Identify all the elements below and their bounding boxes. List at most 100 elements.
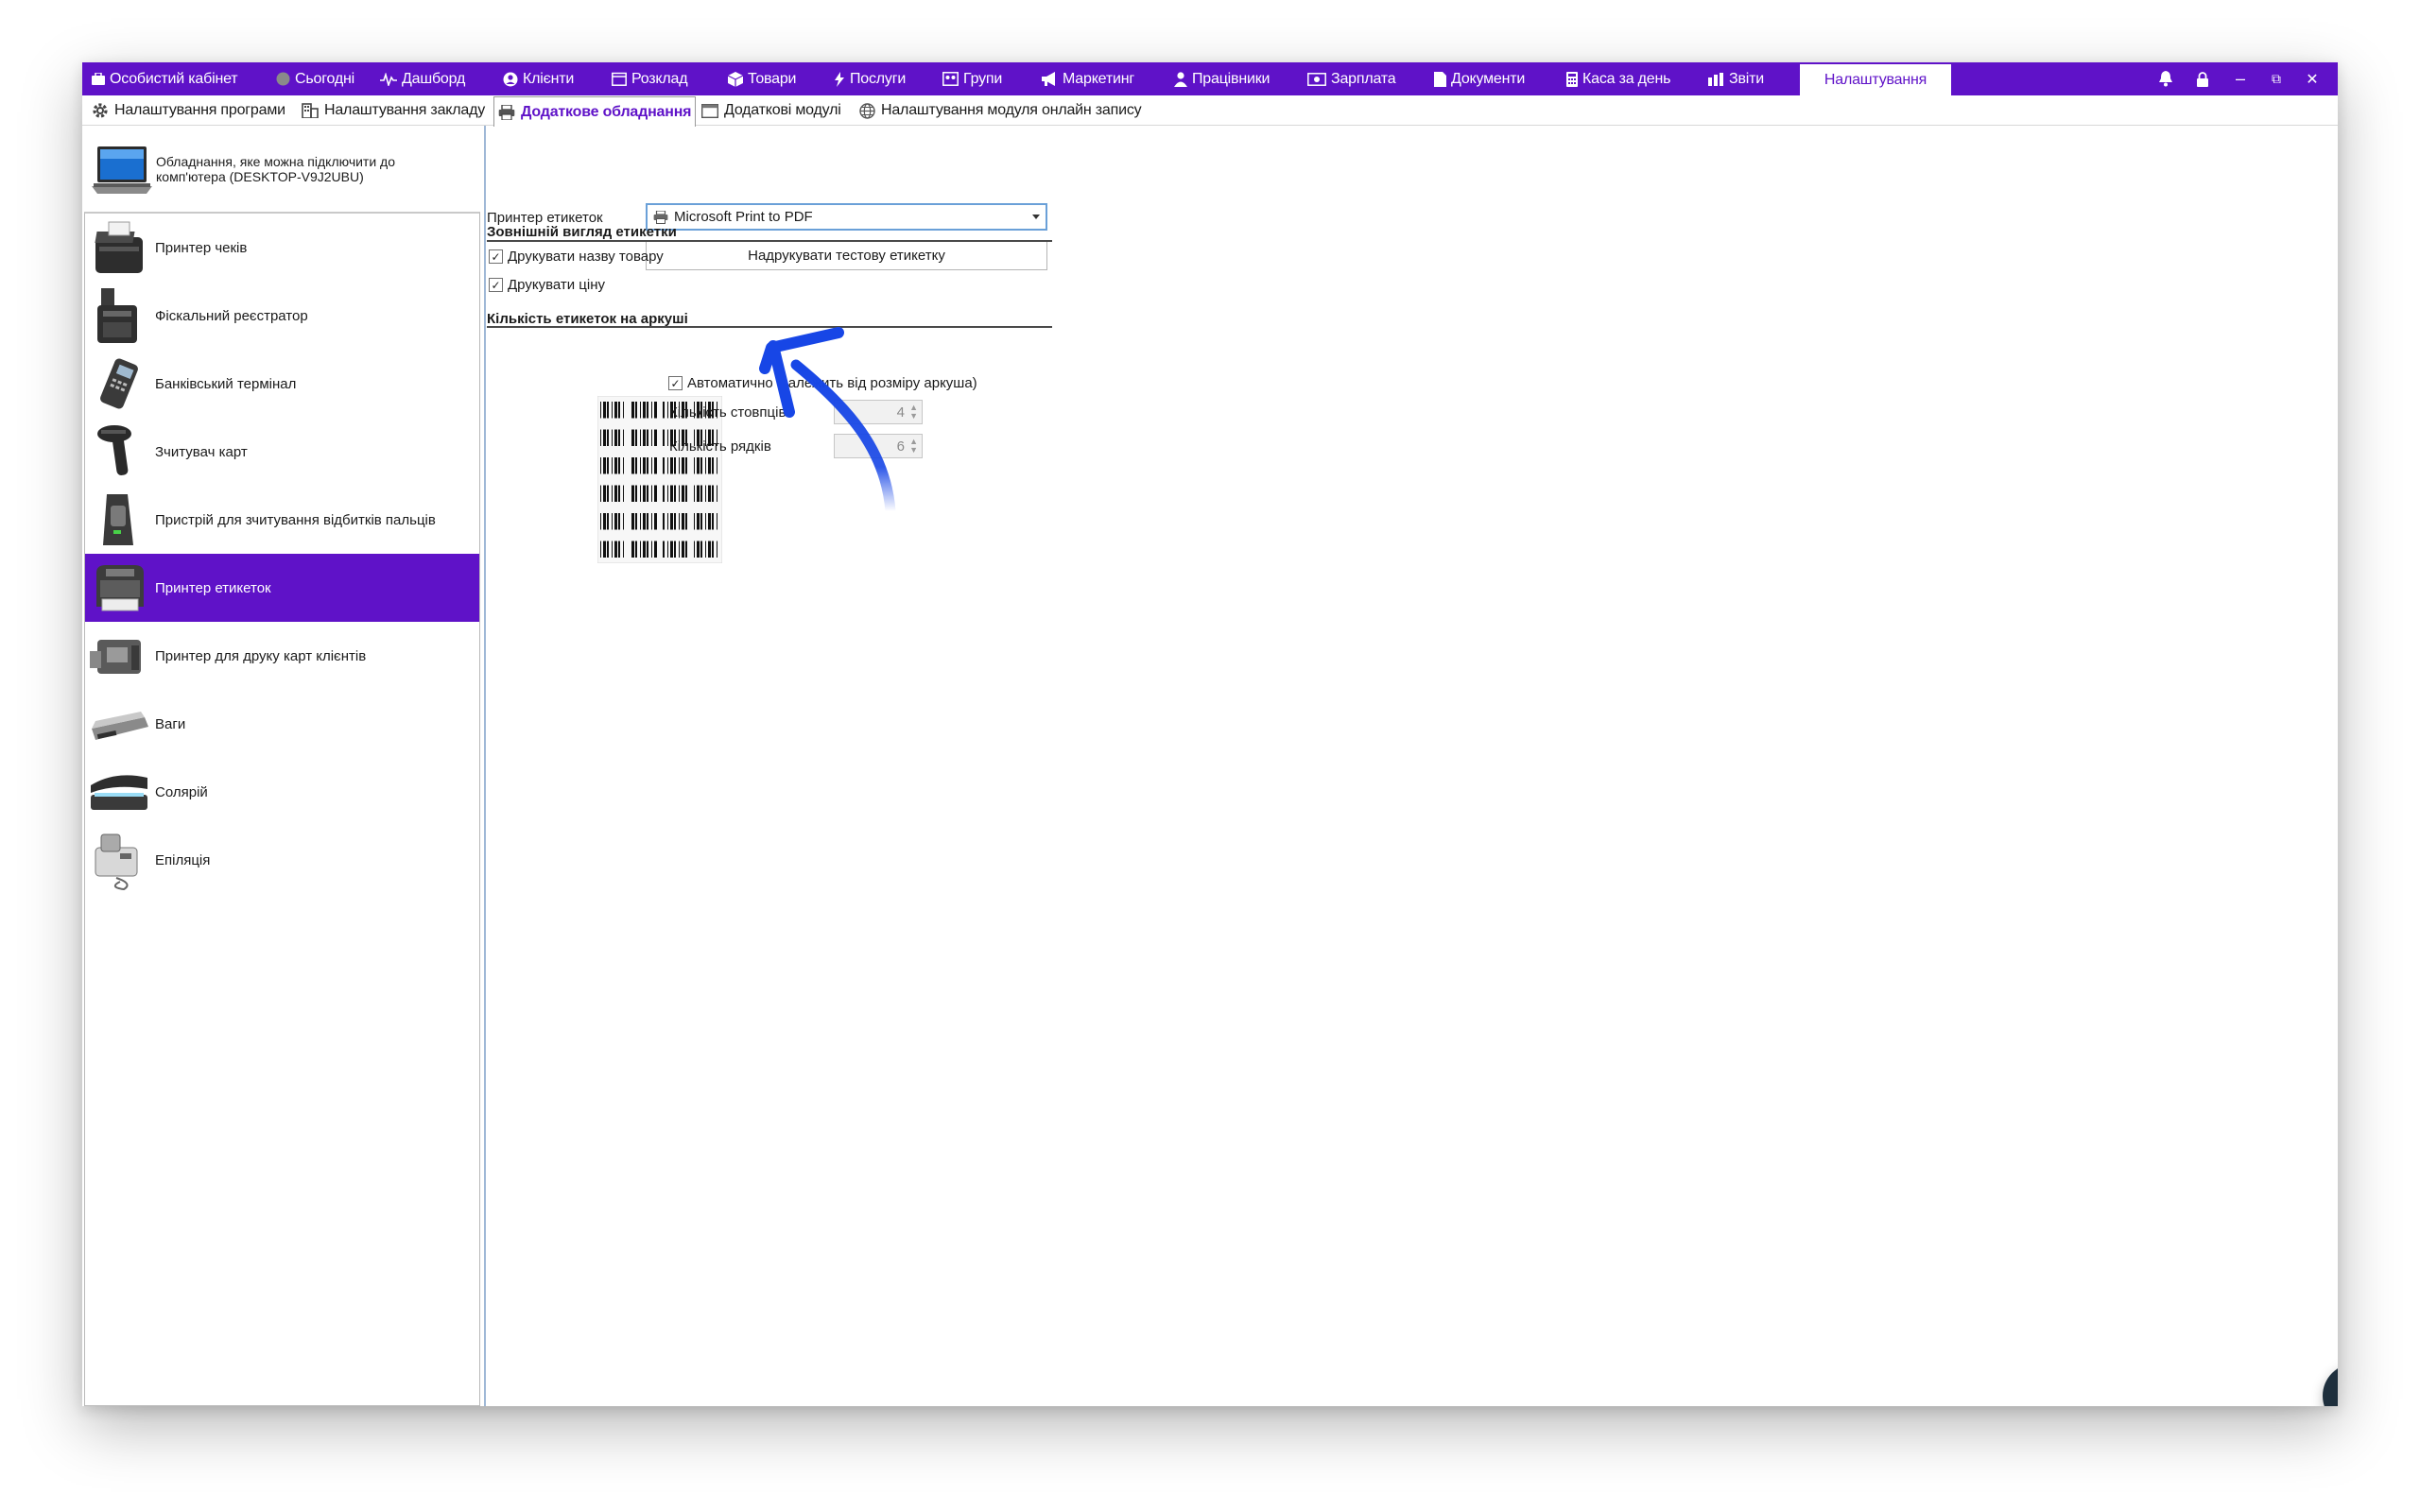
calculator-icon [1566, 71, 1578, 87]
person-icon [1174, 71, 1187, 87]
menu-item-clients[interactable]: Клієнти [503, 62, 574, 95]
menu-item-services[interactable]: Послуги [834, 62, 906, 95]
checkbox-print-price[interactable]: ✓ Друкувати ціну [489, 277, 605, 293]
close-button[interactable]: ✕ [2302, 62, 2323, 95]
device-label: Ваги [155, 715, 186, 732]
card-reader-icon [85, 418, 153, 486]
globe-icon [859, 102, 875, 119]
tab-program-settings[interactable]: Налаштування програми [92, 95, 285, 126]
menu-label: Звіти [1729, 70, 1764, 87]
menu-item-salary[interactable]: Зарплата [1307, 62, 1396, 95]
tab-venue-settings[interactable]: Налаштування закладу [302, 95, 485, 126]
menu-item-reports[interactable]: Звіти [1708, 62, 1764, 95]
menu-item-personal-cabinet[interactable]: Особистий кабінет [92, 62, 238, 95]
lightning-icon [834, 71, 845, 87]
menu-label: Особистий кабінет [110, 70, 238, 87]
device-item-fingerprint-reader[interactable]: Пристрій для зчитування відбитків пальці… [85, 486, 479, 554]
box-icon [728, 71, 743, 87]
device-item-epilation[interactable]: Епіляція [85, 826, 479, 894]
menu-item-today[interactable]: Сьогодні [276, 62, 354, 95]
menu-item-dashboard[interactable]: Дашборд [380, 62, 465, 95]
bell-icon[interactable] [2154, 62, 2177, 95]
main-menu-bar: Особистий кабінет Сьогодні Дашборд Клієн… [82, 62, 2338, 95]
device-item-solarium[interactable]: Солярій [85, 758, 479, 826]
fiscal-register-icon [85, 282, 153, 350]
device-item-bank-terminal[interactable]: Банківський термінал [85, 350, 479, 418]
menu-label: Налаштування [1824, 71, 1927, 88]
divider [487, 240, 1052, 242]
device-item-card-reader[interactable]: Зчитувач карт [85, 418, 479, 486]
menu-item-marketing[interactable]: Маркетинг [1042, 62, 1134, 95]
printer-icon [498, 104, 515, 120]
stage: Особистий кабінет Сьогодні Дашборд Клієн… [0, 0, 2420, 1512]
tab-label: Додаткове обладнання [521, 103, 692, 120]
device-label: Солярій [155, 783, 208, 800]
settings-subtabs: Налаштування програми Налаштування закла… [82, 95, 2338, 127]
user-circle-icon [503, 72, 518, 87]
menu-item-employees[interactable]: Працівники [1174, 62, 1270, 95]
device-label: Фіскальний реєстратор [155, 307, 308, 324]
checkbox-box[interactable]: ✓ [489, 249, 503, 264]
building-icon [302, 103, 319, 118]
menu-label: Каса за день [1582, 70, 1671, 87]
chat-bubble-icon [2323, 1364, 2338, 1406]
minimize-icon: – [2235, 69, 2245, 88]
bar-chart-icon [1708, 72, 1724, 86]
menu-label: Дашборд [402, 70, 466, 87]
menu-label: Товари [748, 70, 797, 87]
tab-additional-equipment[interactable]: Додаткове обладнання [493, 96, 697, 127]
device-item-card-printer[interactable]: Принтер для друку карт клієнтів [85, 622, 479, 690]
clock-icon [276, 72, 290, 86]
printer-select[interactable]: Microsoft Print to PDF [646, 203, 1047, 231]
menu-item-goods[interactable]: Товари [728, 62, 796, 95]
minimize-button[interactable]: – [2230, 62, 2251, 95]
menu-item-settings[interactable]: Налаштування [1800, 64, 1951, 95]
print-test-label-button[interactable]: Надрукувати тестову етикетку [646, 241, 1047, 270]
tab-online-booking-settings[interactable]: Налаштування модуля онлайн запису [859, 95, 1142, 126]
section-title-labels-per-sheet: Кількість етикеток на аркуші [487, 311, 688, 327]
device-label: Принтер для друку карт клієнтів [155, 647, 367, 664]
tab-label: Додаткові модулі [724, 102, 841, 118]
checkbox-print-name[interactable]: ✓ Друкувати назву товару [489, 249, 664, 265]
device-label: Епіляція [155, 851, 211, 868]
menu-label: Клієнти [523, 70, 575, 87]
menu-item-schedule[interactable]: Розклад [612, 62, 688, 95]
group-icon [942, 72, 959, 86]
device-label: Принтер етикеток [155, 579, 271, 596]
money-icon [1307, 72, 1326, 86]
receipt-printer-icon [85, 214, 153, 282]
label-printer-icon [85, 554, 153, 622]
device-item-receipt-printer[interactable]: Принтер чеків [85, 214, 479, 282]
section-title-appearance: Зовнішній вигляд етикетки [487, 224, 677, 240]
restore-icon: ⧉ [2272, 71, 2281, 86]
device-item-label-printer[interactable]: Принтер етикеток [85, 554, 479, 622]
printer-icon [653, 210, 668, 224]
device-item-fiscal-register[interactable]: Фіскальний реєстратор [85, 282, 479, 350]
solarium-icon [85, 758, 153, 826]
close-icon: ✕ [2306, 71, 2319, 88]
chat-button[interactable] [2323, 1364, 2338, 1406]
device-item-scales[interactable]: Ваги [85, 690, 479, 758]
menu-item-cash[interactable]: Каса за день [1566, 62, 1670, 95]
epilation-icon [85, 826, 153, 894]
pulse-icon [380, 72, 397, 86]
card-printer-icon [85, 622, 153, 690]
gear-icon [92, 102, 109, 119]
restore-button[interactable]: ⧉ [2266, 62, 2287, 95]
chevron-down-icon [1032, 215, 1040, 219]
checkbox-label: Друкувати ціну [508, 277, 606, 293]
menu-label: Зарплата [1331, 70, 1396, 87]
checkbox-box[interactable]: ✓ [489, 278, 503, 292]
calendar-icon [612, 72, 627, 86]
menu-label: Сьогодні [295, 70, 354, 87]
app-window: Особистий кабінет Сьогодні Дашборд Клієн… [82, 62, 2338, 1406]
device-label: Банківський термінал [155, 375, 297, 392]
menu-item-groups[interactable]: Групи [942, 62, 1002, 95]
menu-label: Працівники [1192, 70, 1270, 87]
lock-icon[interactable] [2192, 62, 2213, 95]
menu-label: Послуги [850, 70, 907, 87]
tab-additional-modules[interactable]: Додаткові модулі [701, 95, 841, 126]
button-label: Надрукувати тестову етикетку [748, 248, 945, 264]
checkbox-box[interactable]: ✓ [668, 376, 683, 390]
menu-item-documents[interactable]: Документи [1434, 62, 1525, 95]
